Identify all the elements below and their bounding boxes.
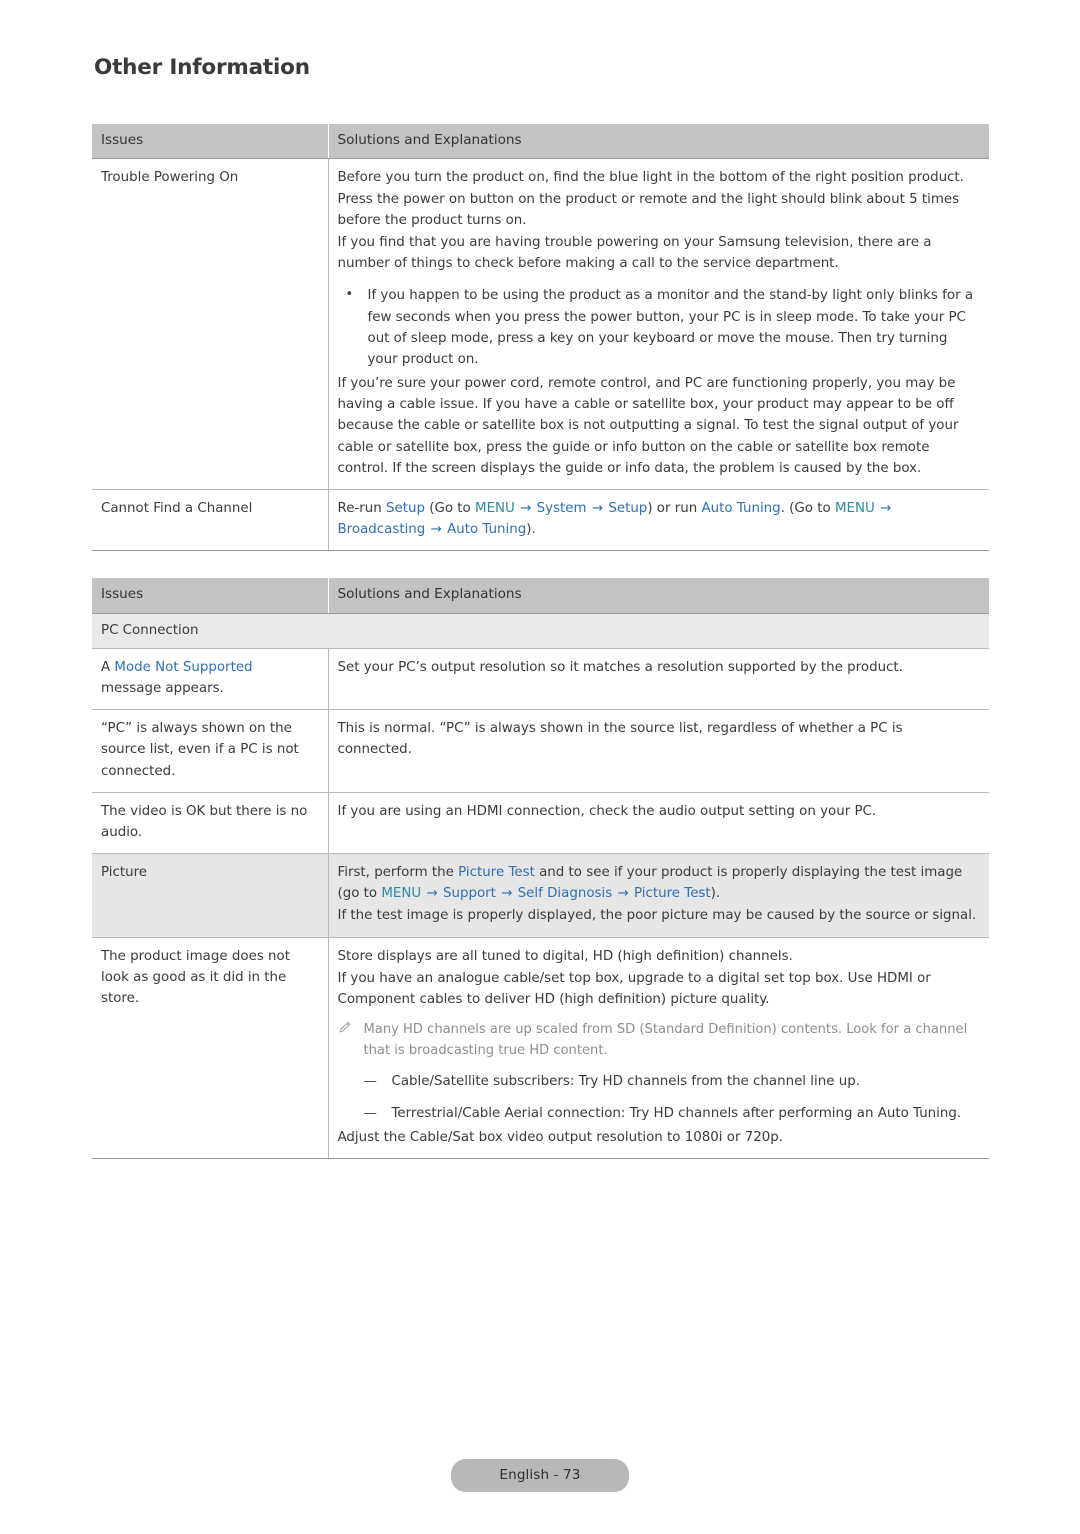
menu-link-self-diagnosis: Self Diagnosis xyxy=(517,886,613,902)
dash-text: Cable/Satellite subscribers: Try HD chan… xyxy=(391,1074,860,1090)
arrow-icon: → xyxy=(880,500,892,516)
menu-path-paragraph: Re-run Setup (Go to MENU → System → Setu… xyxy=(338,498,981,540)
pencil-note-icon xyxy=(338,1020,364,1061)
menu-link-system: System xyxy=(536,500,587,516)
menu-link-setup-2: Setup xyxy=(608,500,648,516)
text-fragment: (Go to xyxy=(425,500,476,516)
menu-link-menu-2: MENU xyxy=(834,500,875,516)
menu-link-mode-not-supported: Mode Not Supported xyxy=(114,659,253,675)
note-list-item: Many HD channels are up scaled from SD (… xyxy=(338,1020,981,1061)
text-fragment: Re-run xyxy=(337,500,387,516)
dash-list-item: — Terrestrial/Cable Aerial connection: T… xyxy=(338,1103,981,1124)
column-header-solutions: Solutions and Explanations xyxy=(327,124,989,160)
table-row: Picture First, perform the Picture Test … xyxy=(92,853,989,938)
page-number-badge: English - 73 xyxy=(451,1459,629,1492)
menu-link-broadcasting: Broadcasting xyxy=(337,522,426,538)
paragraph: Before you turn the product on, find the… xyxy=(337,170,964,228)
menu-link-picture-test: Picture Test xyxy=(458,865,535,881)
column-header-solutions: Solutions and Explanations xyxy=(327,578,989,614)
paragraph: Adjust the Cable/Sat box video output re… xyxy=(337,1129,784,1145)
note-text: Many HD channels are up scaled from SD (… xyxy=(363,1022,968,1058)
arrow-icon: → xyxy=(501,886,513,902)
table-row: Cannot Find a Channel Re-run Setup (Go t… xyxy=(92,489,989,552)
menu-link-menu: MENU xyxy=(381,886,422,902)
table-subheading-row: PC Connection xyxy=(92,613,989,649)
content-tables: Issues Solutions and Explanations Troubl… xyxy=(92,124,989,1159)
arrow-icon: → xyxy=(430,522,442,538)
arrow-icon: → xyxy=(617,886,629,902)
dash-marker-icon: — xyxy=(363,1074,377,1090)
issue-cell: The product image does not look as good … xyxy=(92,937,329,1159)
issue-cell: Trouble Powering On xyxy=(92,158,329,490)
text-fragment: . (Go to xyxy=(780,500,835,516)
solution-cell: Set your PC’s output resolution so it ma… xyxy=(328,648,989,711)
menu-link-support: Support xyxy=(442,886,496,902)
bullet-list-item: • If you happen to be using the product … xyxy=(338,285,981,370)
paragraph: If the test image is properly displayed,… xyxy=(337,908,977,924)
menu-link-auto-tuning-2: Auto Tuning xyxy=(447,522,527,538)
table-header-row: Issues Solutions and Explanations xyxy=(92,124,989,160)
page-title: Other Information xyxy=(94,55,310,80)
bullet-text: If you happen to be using the product as… xyxy=(367,288,974,367)
table-row: The product image does not look as good … xyxy=(92,937,989,1159)
table-row: “PC” is always shown on the source list,… xyxy=(92,709,989,793)
column-header-issues: Issues xyxy=(92,578,328,614)
arrow-icon: → xyxy=(520,500,532,516)
text-fragment: ) or run xyxy=(647,500,702,516)
table-row: A Mode Not Supported message appears. Set… xyxy=(92,648,989,711)
issue-cell: “PC” is always shown on the source list,… xyxy=(92,709,329,793)
table-spacer xyxy=(92,551,989,578)
subheading-cell: PC Connection xyxy=(92,613,989,649)
solution-cell: Store displays are all tuned to digital,… xyxy=(328,937,989,1159)
text-fragment: First, perform the xyxy=(337,865,459,881)
menu-link-menu: MENU xyxy=(475,500,515,516)
table-header-row: Issues Solutions and Explanations xyxy=(92,578,989,614)
menu-link-setup: Setup xyxy=(386,500,425,516)
troubleshooting-table-1: Issues Solutions and Explanations Troubl… xyxy=(92,124,989,552)
issue-cell: The video is OK but there is no audio. xyxy=(92,792,329,855)
solution-cell: Before you turn the product on, find the… xyxy=(328,158,989,490)
document-page: Other Information Issues Solutions and E… xyxy=(0,0,1080,1534)
dash-list-item: — Cable/Satellite subscribers: Try HD ch… xyxy=(338,1071,981,1092)
menu-link-auto-tuning: Auto Tuning xyxy=(701,500,781,516)
paragraph: If you’re sure your power cord, remote c… xyxy=(337,376,959,476)
paragraph: If you have an analogue cable/set top bo… xyxy=(337,970,931,1007)
solution-cell: Re-run Setup (Go to MENU → System → Setu… xyxy=(328,489,989,552)
solution-cell: This is normal. “PC” is always shown in … xyxy=(328,709,989,793)
arrow-icon: → xyxy=(591,500,604,516)
text-fragment: message appears. xyxy=(101,681,224,697)
text-fragment: A xyxy=(101,659,115,675)
bullet-marker-icon: • xyxy=(345,287,354,303)
issue-cell: A Mode Not Supported message appears. xyxy=(92,648,329,711)
dash-marker-icon: — xyxy=(363,1105,377,1121)
menu-path-paragraph: First, perform the Picture Test and to s… xyxy=(338,862,981,904)
text-fragment: ). xyxy=(526,522,536,538)
troubleshooting-table-2: Issues Solutions and Explanations PC Con… xyxy=(92,578,989,1159)
issue-cell: Picture xyxy=(92,853,329,938)
issue-cell: Cannot Find a Channel xyxy=(92,489,329,552)
page-footer: English - 73 xyxy=(0,1459,1080,1492)
menu-link-picture-test-2: Picture Test xyxy=(633,886,711,902)
dash-text: Terrestrial/Cable Aerial connection: Try… xyxy=(391,1105,962,1121)
solution-cell: If you are using an HDMI connection, che… xyxy=(328,792,989,855)
table-row: The video is OK but there is no audio. I… xyxy=(92,792,989,855)
text-fragment: ). xyxy=(710,886,721,902)
paragraph: Store displays are all tuned to digital,… xyxy=(337,948,793,964)
column-header-issues: Issues xyxy=(92,124,328,160)
paragraph: If you find that you are having trouble … xyxy=(337,234,932,272)
arrow-icon: → xyxy=(426,886,438,902)
table-row: Trouble Powering On Before you turn the … xyxy=(92,158,989,490)
solution-cell: First, perform the Picture Test and to s… xyxy=(328,853,989,938)
